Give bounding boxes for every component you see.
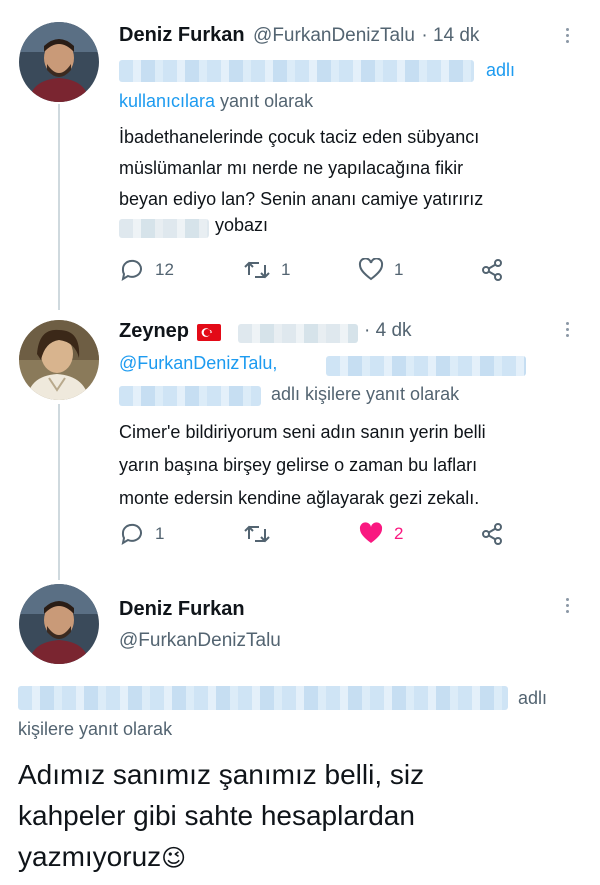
tweet-line: Adımız sanımız şanımız belli, siz [18,759,425,790]
author-name[interactable]: Zeynep [119,320,189,342]
winking-face-emoji: 😉 [161,844,187,872]
heart-icon [358,258,384,281]
tweet-line: yarın başına birşey gelirse o zaman bu l… [119,455,478,475]
tweet-line: beyan ediyo lan? Senin ananı camiye yatı… [119,189,484,209]
share-button[interactable] [480,258,504,282]
heart-filled-icon [359,522,383,543]
tweet-text: Adımız sanımız şanımız belli, siz kahpel… [18,754,424,879]
avatar[interactable] [19,584,99,664]
reply-button[interactable]: 1 [119,522,164,546]
author-name[interactable]: Deniz Furkan [119,24,245,46]
tweet-line: yobazı [215,215,269,235]
thread-connector [58,104,60,310]
reply-label: kişilere yanıt olarak [18,719,173,739]
redacted-handles [18,686,508,710]
avatar-photo [19,22,99,102]
like-button[interactable]: 2 [358,522,403,546]
tweet-line: yazmıyoruz [18,841,162,872]
tweet-line: Cimer'e bildiriyorum seni adın sanın yer… [119,422,486,442]
reply-count: 1 [155,524,165,543]
reply-label: adlı kişilere yanıt olarak [271,384,460,404]
author-handle[interactable]: @FurkanDenizTalu [253,25,415,46]
turkey-flag-icon [197,324,222,342]
redacted-handle [238,324,358,343]
redacted-handles [119,60,474,82]
reply-icon [121,523,142,546]
share-icon [482,259,502,281]
tweet-line: müslümanlar mı nerde ne yapılacağına fik… [119,158,464,178]
more-options-icon[interactable] [566,28,570,46]
more-options-icon[interactable] [566,322,570,340]
reply-label: yanıt olarak [215,91,314,111]
timestamp[interactable]: · 14 dk [421,25,479,46]
avatar[interactable] [19,22,99,102]
thread-connector [58,404,60,580]
reply-users-link[interactable]: kullanıcılara [119,91,215,111]
tweet-text: İbadethanelerinde çocuk taciz eden sübya… [119,122,483,215]
reply-suffix: adlı [486,60,516,80]
share-icon [482,523,502,545]
like-button[interactable]: 1 [358,258,403,282]
like-count: 1 [394,260,404,279]
tweet-line: İbadethanelerinde çocuk taciz eden sübya… [119,127,480,147]
author-name[interactable]: Deniz Furkan [119,598,245,621]
reply-handle-link[interactable]: @FurkanDenizTalu, [119,353,277,374]
redacted-handles [326,356,526,376]
author-handle[interactable]: @FurkanDenizTalu [119,630,281,652]
redacted-text [119,219,209,238]
tweet-text: Cimer'e bildiriyorum seni adın sanın yer… [119,416,486,515]
retweet-icon [244,525,270,543]
avatar-photo [19,320,99,400]
reply-icon [121,259,142,282]
retweet-button[interactable] [243,522,281,546]
redacted-handles [119,386,261,406]
reply-count: 12 [155,260,174,279]
more-options-icon[interactable] [566,598,570,616]
avatar-photo [19,584,99,664]
like-count: 2 [394,524,404,543]
tweet-line-last: yazmıyoruz😉 [18,836,424,879]
tweet-line: kahpeler gibi sahte hesaplardan [18,800,415,831]
timestamp[interactable]: · 4 dk [364,320,412,342]
retweet-count: 1 [281,260,291,279]
reply-suffix: adlı [518,688,548,708]
retweet-button[interactable]: 1 [243,258,290,282]
avatar[interactable] [19,320,99,400]
share-button[interactable] [480,522,504,546]
retweet-icon [244,261,270,279]
reply-button[interactable]: 12 [119,258,174,282]
tweet-line: monte edersin kendine ağlayarak gezi zek… [119,488,480,508]
